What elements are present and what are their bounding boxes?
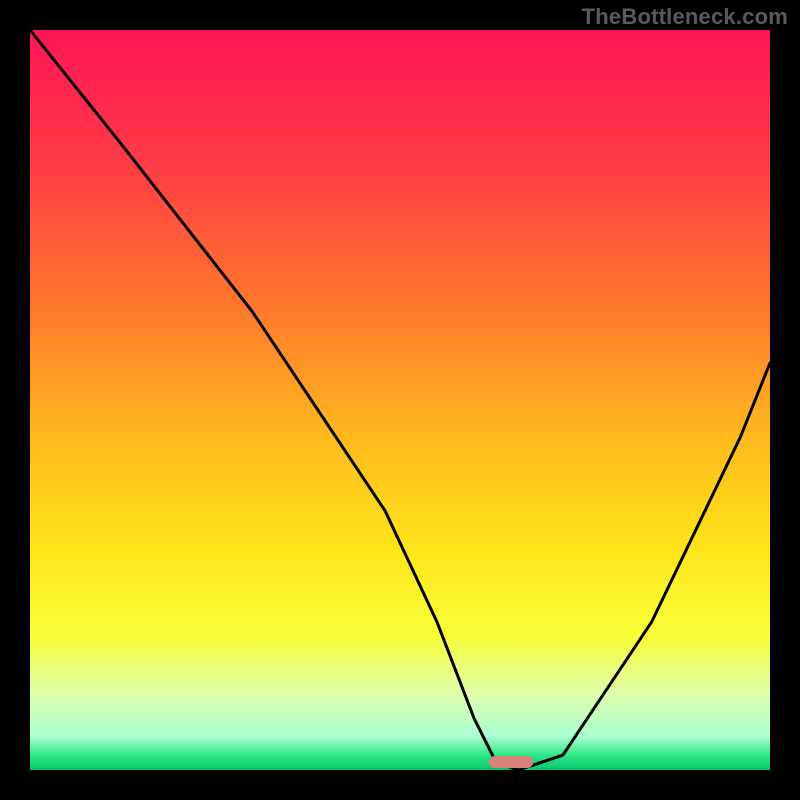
chart-svg xyxy=(30,30,770,770)
watermark-text: TheBottleneck.com xyxy=(582,4,788,30)
chart-background xyxy=(30,30,770,770)
chart-plot-area xyxy=(30,30,770,770)
optimal-marker xyxy=(489,756,533,768)
